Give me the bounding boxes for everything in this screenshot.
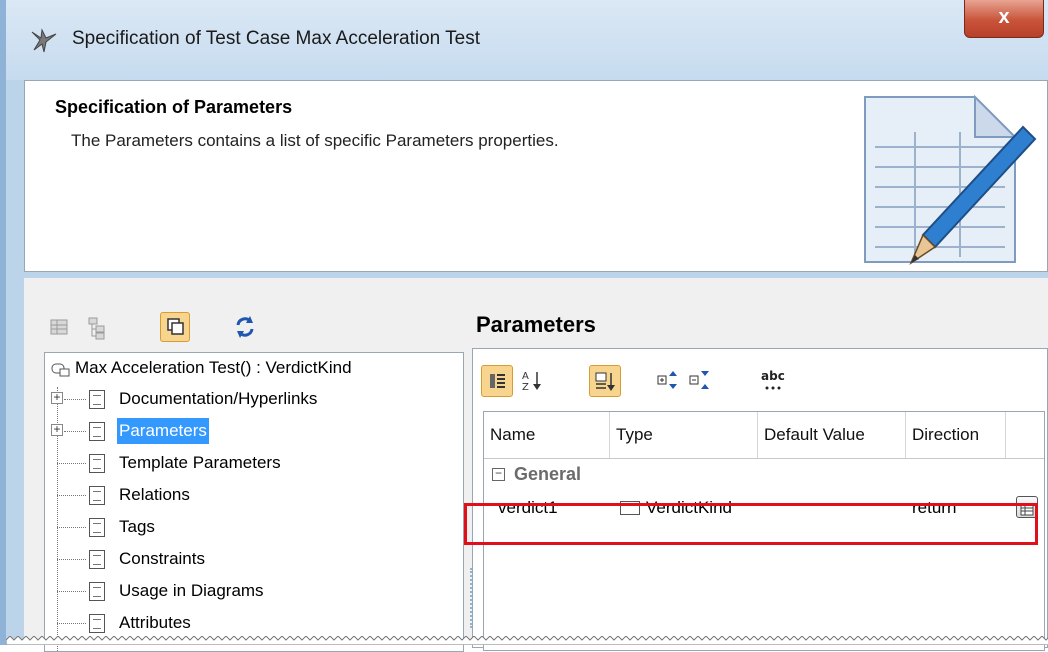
tree-item-label: Parameters [117,418,209,444]
panel-title: Parameters [476,312,596,337]
categorized-icon[interactable] [481,365,513,397]
table-view-icon[interactable] [44,312,74,342]
svg-text:A: A [522,371,529,382]
tree-item-tags[interactable]: Tags [45,512,455,542]
enumeration-icon [620,500,640,515]
column-header-default-value[interactable]: Default Value [758,412,906,458]
table-edit-icon [1020,504,1034,516]
test-case-icon [51,363,70,377]
tree-root-label: Max Acceleration Test() : VerdictKind [75,358,352,377]
tree-item-relations[interactable]: Relations [45,480,455,510]
cell-type[interactable]: VerdictKind [620,490,732,526]
title-bar: Specification of Test Case Max Accelerat… [6,0,1048,80]
document-pencil-icon [864,94,1037,266]
tree-item-template-parameters[interactable]: Template Parameters [45,448,455,478]
group-row-general[interactable]: − General [484,459,1044,489]
edit-row-button[interactable] [1016,496,1038,518]
tree-item-documentation[interactable]: + Documentation/Hyperlinks [45,384,455,414]
main-area: Parameters Max Acceleration Test() : Ver… [24,278,1048,652]
tree-item-label: Template Parameters [119,453,281,472]
column-header-direction[interactable]: Direction [906,412,1006,458]
expand-icon[interactable]: + [51,423,63,436]
tree-item-label: Usage in Diagrams [119,581,264,600]
tree-item-label: Relations [119,485,190,504]
cell-direction[interactable]: return [912,490,956,526]
column-header-type[interactable]: Type [610,412,758,458]
app-logo-icon [31,28,57,53]
document-icon [89,486,105,505]
header-title: Specification of Parameters [55,97,293,117]
document-icon [89,422,105,441]
tree-item-label: Constraints [119,549,205,568]
svg-text:abc: abc [761,369,785,383]
refresh-icon[interactable] [230,312,260,342]
close-button[interactable]: x [964,0,1044,38]
header-panel: Specification of Parameters The Paramete… [24,80,1048,272]
sort-alpha-icon[interactable]: AZ [517,365,549,397]
tree-item-label: Documentation/Hyperlinks [119,389,318,408]
collapse-icon[interactable]: − [492,467,505,481]
document-icon [89,614,105,633]
column-header-extra [1006,412,1044,458]
document-icon [89,518,105,537]
abc-spell-icon[interactable]: abc [757,365,789,397]
compact-view-icon[interactable] [160,312,190,342]
expand-all-icon[interactable] [653,365,685,397]
tree-item-usage-in-diagrams[interactable]: Usage in Diagrams [45,576,455,606]
document-icon [89,582,105,601]
sort-order-icon[interactable] [589,365,621,397]
torn-edge [6,636,1048,645]
table-row[interactable]: verdict1 VerdictKind return [484,490,1044,526]
group-label: General [514,464,582,484]
svg-text:Z: Z [522,382,529,393]
tree-item-label: Attributes [119,613,191,632]
column-header-name[interactable]: Name [484,412,610,458]
tree-item-constraints[interactable]: Constraints [45,544,455,574]
cell-type-label: VerdictKind [646,498,732,517]
table-header: Name Type Default Value Direction [484,412,1044,459]
cell-name[interactable]: verdict1 [498,490,558,526]
document-icon [89,454,105,473]
tree-item-attributes[interactable]: Attributes [45,608,455,638]
specification-window: Specification of Test Case Max Accelerat… [0,0,1048,652]
document-icon [89,390,105,409]
collapse-all-icon[interactable] [685,365,717,397]
parameters-table: Name Type Default Value Direction − Gene… [483,411,1045,651]
parameters-panel: AZ abc Name Type Default Value Direction [472,348,1048,651]
tree-item-label: Tags [119,517,155,536]
tree-view-icon[interactable] [82,312,112,342]
header-description: The Parameters contains a list of specif… [71,131,559,150]
specification-tree: Max Acceleration Test() : VerdictKind + … [44,352,464,652]
document-icon [89,550,105,569]
expand-icon[interactable]: + [51,391,63,404]
tree-item-parameters[interactable]: + Parameters [45,416,455,446]
window-title: Specification of Test Case Max Accelerat… [72,28,481,49]
